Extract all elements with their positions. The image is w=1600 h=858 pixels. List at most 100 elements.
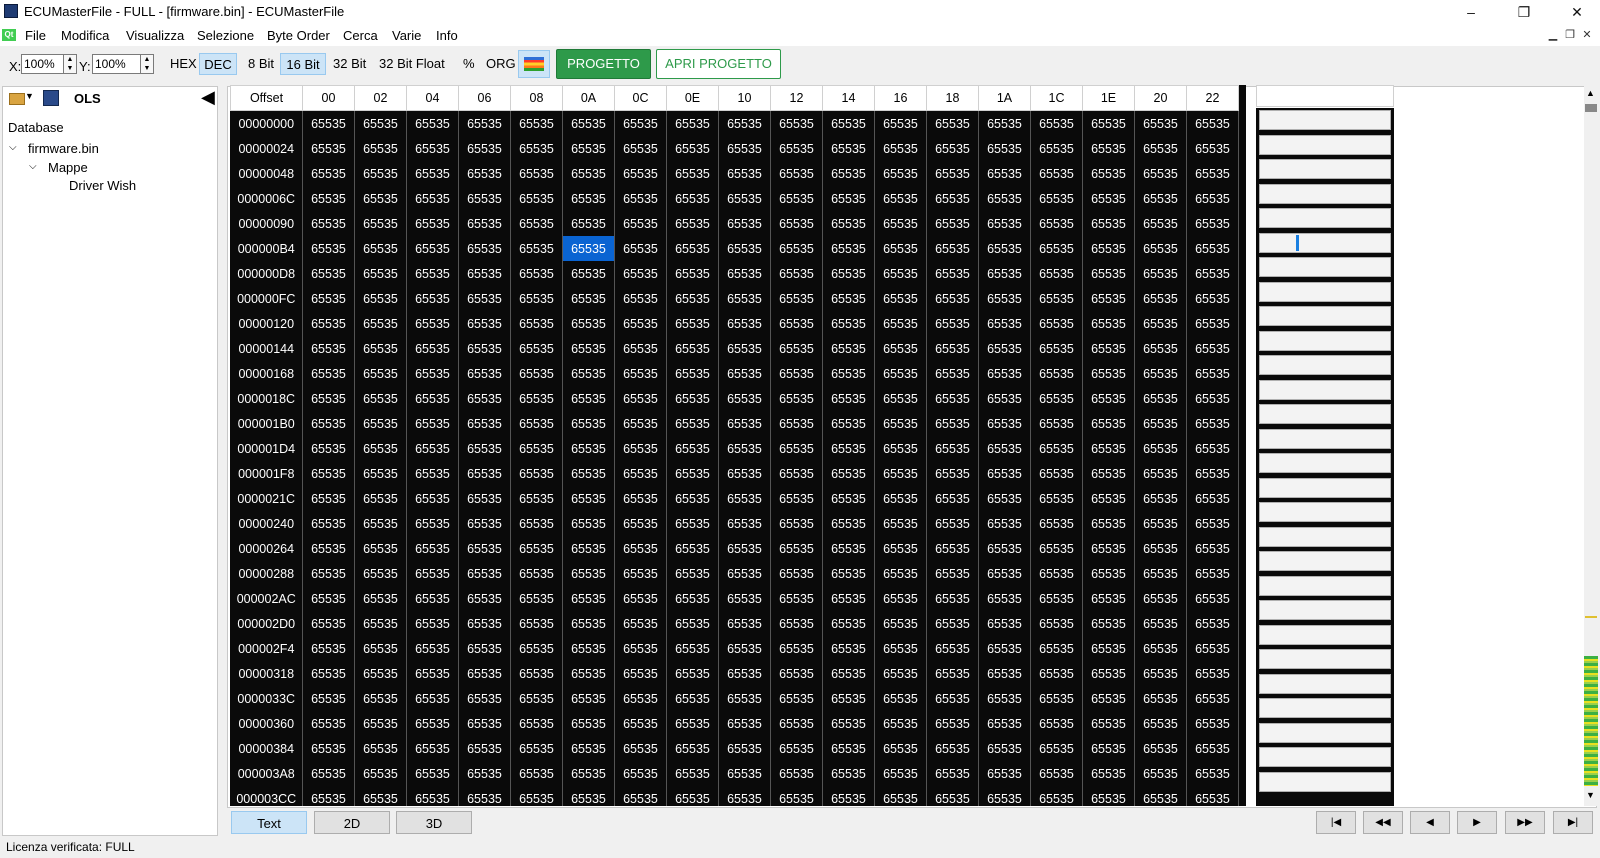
hex-cell[interactable]: 65535 xyxy=(302,611,355,636)
hex-cell[interactable]: 65535 xyxy=(666,661,719,686)
hex-cell[interactable]: 65535 xyxy=(458,761,511,786)
hex-cell[interactable]: 65535 xyxy=(718,186,771,211)
hex-cell[interactable]: 65535 xyxy=(874,461,927,486)
hex-cell[interactable]: 65535 xyxy=(562,561,615,586)
hex-cell[interactable]: 65535 xyxy=(614,236,667,261)
hex-cell[interactable]: 65535 xyxy=(458,561,511,586)
hex-cell[interactable]: 65535 xyxy=(302,110,355,136)
nav-prev-button[interactable]: ◀ xyxy=(1410,811,1450,834)
hex-cell[interactable]: 65535 xyxy=(1030,361,1083,386)
column-header[interactable]: 18 xyxy=(926,85,979,111)
hex-cell[interactable]: 65535 xyxy=(1134,236,1187,261)
hex-cell[interactable]: 65535 xyxy=(770,561,823,586)
hex-cell[interactable]: 65535 xyxy=(458,211,511,236)
hex-cell[interactable]: 65535 xyxy=(666,686,719,711)
hex-cell[interactable]: 65535 xyxy=(1186,211,1239,236)
hex-cell[interactable]: 65535 xyxy=(926,436,979,461)
hex-cell[interactable]: 65535 xyxy=(354,786,407,806)
hex-cell[interactable]: 65535 xyxy=(926,361,979,386)
hex-cell[interactable]: 65535 xyxy=(1082,211,1135,236)
hex-cell[interactable]: 65535 xyxy=(1186,486,1239,511)
hex-cell[interactable]: 65535 xyxy=(458,336,511,361)
hex-cell[interactable]: 65535 xyxy=(926,461,979,486)
hex-cell[interactable]: 65535 xyxy=(1134,536,1187,561)
hex-cell[interactable]: 65535 xyxy=(614,136,667,161)
hex-cell[interactable]: 65535 xyxy=(458,136,511,161)
hex-cell[interactable]: 65535 xyxy=(978,786,1031,806)
minimize-button[interactable]: – xyxy=(1448,0,1494,24)
hex-cell[interactable]: 65535 xyxy=(1030,311,1083,336)
hex-cell[interactable]: 65535 xyxy=(926,561,979,586)
hex-cell[interactable]: 65535 xyxy=(562,311,615,336)
hex-cell[interactable]: 65535 xyxy=(406,711,459,736)
hex-cell[interactable]: 65535 xyxy=(1186,311,1239,336)
hex-cell[interactable]: 65535 xyxy=(874,411,927,436)
hex-cell[interactable]: 65535 xyxy=(926,261,979,286)
hex-cell[interactable]: 65535 xyxy=(354,736,407,761)
hex-cell[interactable]: 65535 xyxy=(770,386,823,411)
menu-modifica[interactable]: Modifica xyxy=(61,28,109,43)
hex-cell[interactable]: 65535 xyxy=(406,161,459,186)
hex-cell[interactable]: 65535 xyxy=(666,786,719,806)
hex-cell[interactable]: 65535 xyxy=(822,486,875,511)
hex-cell[interactable]: 65535 xyxy=(510,686,563,711)
hex-cell[interactable]: 65535 xyxy=(978,536,1031,561)
hex-cell[interactable]: 65535 xyxy=(666,311,719,336)
hex-cell[interactable]: 65535 xyxy=(822,761,875,786)
hex-cell[interactable]: 65535 xyxy=(614,161,667,186)
column-header[interactable]: 02 xyxy=(354,85,407,111)
hex-cell[interactable]: 65535 xyxy=(718,236,771,261)
hex-cell[interactable]: 65535 xyxy=(770,686,823,711)
org-button[interactable]: ORG xyxy=(482,53,520,75)
32bit-float-button[interactable]: 32 Bit Float xyxy=(375,53,449,75)
hex-cell[interactable]: 65535 xyxy=(874,136,927,161)
hex-cell[interactable]: 65535 xyxy=(1134,411,1187,436)
hex-cell[interactable]: 65535 xyxy=(1134,586,1187,611)
hex-cell[interactable]: 65535 xyxy=(1082,461,1135,486)
hex-cell[interactable]: 65535 xyxy=(562,586,615,611)
hex-cell[interactable]: 65535 xyxy=(1186,661,1239,686)
hex-cell[interactable]: 65535 xyxy=(1134,436,1187,461)
16bit-button[interactable]: 16 Bit xyxy=(280,53,326,75)
hex-cell[interactable]: 65535 xyxy=(1082,386,1135,411)
hex-cell[interactable]: 65535 xyxy=(926,661,979,686)
hex-cell[interactable]: 65535 xyxy=(510,711,563,736)
hex-cell[interactable]: 65535 xyxy=(874,711,927,736)
hex-cell[interactable]: 65535 xyxy=(666,286,719,311)
hex-cell[interactable]: 65535 xyxy=(1134,761,1187,786)
hex-cell[interactable]: 65535 xyxy=(406,136,459,161)
column-header[interactable]: 06 xyxy=(458,85,511,111)
column-header[interactable]: 08 xyxy=(510,85,563,111)
hex-cell[interactable]: 65535 xyxy=(1186,736,1239,761)
hex-cell[interactable]: 65535 xyxy=(510,236,563,261)
hex-cell[interactable]: 65535 xyxy=(978,761,1031,786)
hex-cell[interactable]: 65535 xyxy=(770,661,823,686)
hex-cell[interactable]: 65535 xyxy=(614,761,667,786)
hex-cell[interactable]: 65535 xyxy=(1186,461,1239,486)
hex-cell[interactable]: 65535 xyxy=(718,611,771,636)
hex-cell[interactable]: 65535 xyxy=(510,461,563,486)
hex-cell[interactable]: 65535 xyxy=(874,161,927,186)
hex-cell[interactable]: 65535 xyxy=(1082,286,1135,311)
hex-cell[interactable]: 65535 xyxy=(1134,110,1187,136)
menu-selezione[interactable]: Selezione xyxy=(197,28,254,43)
hex-cell[interactable]: 65535 xyxy=(926,236,979,261)
hex-cell[interactable]: 65535 xyxy=(406,411,459,436)
hex-cell[interactable]: 65535 xyxy=(1186,110,1239,136)
nav-next-page-button[interactable]: ▶▶ xyxy=(1505,811,1545,834)
hex-cell[interactable]: 65535 xyxy=(302,161,355,186)
hex-cell[interactable]: 65535 xyxy=(1082,586,1135,611)
hex-cell[interactable]: 65535 xyxy=(874,786,927,806)
hex-cell[interactable]: 65535 xyxy=(1030,486,1083,511)
column-header[interactable]: 12 xyxy=(770,85,823,111)
folder-open-icon[interactable] xyxy=(9,93,25,105)
hex-cell[interactable]: 65535 xyxy=(1186,186,1239,211)
hex-cell[interactable]: 65535 xyxy=(302,761,355,786)
hex-cell[interactable]: 65535 xyxy=(822,436,875,461)
hex-cell[interactable]: 65535 xyxy=(614,386,667,411)
hex-cell[interactable]: 65535 xyxy=(1082,486,1135,511)
nav-first-button[interactable]: |◀ xyxy=(1316,811,1356,834)
hex-cell[interactable]: 65535 xyxy=(874,336,927,361)
hex-cell[interactable]: 65535 xyxy=(1134,661,1187,686)
hex-cell[interactable]: 65535 xyxy=(822,336,875,361)
